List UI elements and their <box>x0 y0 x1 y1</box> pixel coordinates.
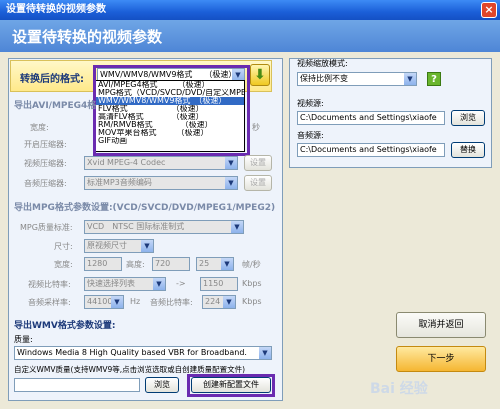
video-source-label: 视频源: <box>297 99 324 108</box>
chevron-down-icon[interactable]: ▼ <box>111 296 123 308</box>
wmv-quality-label: 质量: <box>14 335 33 344</box>
format-label: 转换后的格式: <box>20 74 84 85</box>
avi-fps-suffix: 秒 <box>252 123 260 132</box>
mpg-fps-unit: 帧/秒 <box>242 260 261 269</box>
audio-compressor-value: 标准MP3音频编码 <box>87 178 152 187</box>
chevron-down-icon[interactable]: ▼ <box>404 73 416 85</box>
mpg-size-select[interactable]: 原视频尺寸 ▼ <box>84 239 154 253</box>
banner-title: 设置待转换的视频参数 <box>12 28 163 46</box>
mpg-fps-value: 25 <box>199 259 210 268</box>
header-banner: 设置待转换的视频参数 <box>0 20 500 52</box>
wmv-quality-select[interactable]: Windows Media 8 High Quality based VBR f… <box>14 346 272 360</box>
mpg-audio-bitrate-unit: Kbps <box>242 297 262 306</box>
mpg-bitrate-unit: Kbps <box>242 279 262 288</box>
chevron-down-icon[interactable]: ▼ <box>153 278 165 290</box>
scale-mode-label: 视频缩放模式: <box>297 59 348 68</box>
wmv-section-title: 导出WMV格式参数设置: <box>14 321 116 331</box>
cancel-return-button[interactable]: 取消并返回 <box>396 312 486 338</box>
mpg-quality-select[interactable]: VCD NTSC 国际标准制式 ▼ <box>84 220 244 234</box>
video-compressor-value: Xvid MPEG-4 Codec <box>87 158 166 167</box>
audio-compressor-select[interactable]: 标准MP3音频编码 ▼ <box>84 176 238 190</box>
video-compressor-select[interactable]: Xvid MPEG-4 Codec ▼ <box>84 156 238 170</box>
wmv-browse-button[interactable]: 浏览 <box>145 377 179 393</box>
wmv-custom-path-input[interactable] <box>14 378 140 392</box>
mpg-width-input[interactable]: 1280 <box>84 257 122 271</box>
audio-source-input[interactable]: C:\Documents and Settings\xiaofe <box>297 143 445 157</box>
mpg-samplerate-label: 音频采样率: <box>28 298 71 307</box>
video-compressor-label: 视频压缩器: <box>24 159 67 168</box>
download-icon[interactable]: ⬇ <box>250 64 270 86</box>
mpg-bitrate-value: 快速选择列表 <box>87 279 135 288</box>
wmv-quality-value: Windows Media 8 High Quality based VBR f… <box>17 348 247 357</box>
mpg-height-label: 高度: <box>126 260 145 269</box>
avi-width-label: 宽度: <box>30 123 49 132</box>
highlight-create-config <box>187 374 275 397</box>
mpg-bitrate-arrow: -> <box>176 279 186 288</box>
chevron-down-icon[interactable]: ▼ <box>225 157 237 169</box>
mpg-size-value: 原视频尺寸 <box>87 241 127 250</box>
watermark-logo: Bai 经验 <box>370 381 428 397</box>
highlight-format-frame <box>93 65 250 156</box>
chevron-down-icon[interactable]: ▼ <box>141 240 153 252</box>
mpg-samplerate-value: 44100 <box>87 297 113 306</box>
mpg-height-input[interactable]: 720 <box>152 257 190 271</box>
chevron-down-icon[interactable]: ▼ <box>221 258 233 270</box>
window-title: 设置待转换的视频参数 <box>0 0 500 20</box>
chevron-down-icon[interactable]: ▼ <box>223 296 235 308</box>
mpg-samplerate-select[interactable]: 44100 ▼ <box>84 295 124 309</box>
video-compressor-settings-button[interactable]: 设置 <box>244 155 272 171</box>
mpg-quality-label: MPG质量标准: <box>20 223 73 232</box>
mpg-hz-unit: Hz <box>130 297 141 306</box>
mpg-bitrate-label: 视频比特率: <box>28 280 71 289</box>
video-source-browse-button[interactable]: 浏览 <box>451 110 485 126</box>
mpg-quality-value: VCD NTSC 国际标准制式 <box>87 222 185 231</box>
scale-mode-value: 保持比例不变 <box>300 74 348 83</box>
open-compressor-label: 开启压缩器: <box>24 140 67 149</box>
video-source-input[interactable]: C:\Documents and Settings\xiaofe <box>297 111 445 125</box>
close-button[interactable]: × <box>481 2 497 18</box>
help-icon[interactable]: ? <box>427 72 441 86</box>
mpg-bitrate-select[interactable]: 快速选择列表 ▼ <box>84 277 166 291</box>
chevron-down-icon[interactable]: ▼ <box>231 221 243 233</box>
mpg-audio-bitrate-value: 224 <box>205 297 221 306</box>
mpg-width-label: 宽度: <box>54 260 73 269</box>
chevron-down-icon[interactable]: ▼ <box>259 347 271 359</box>
next-step-button[interactable]: 下一步 <box>396 346 486 372</box>
avi-section-title: 导出AVI/MPEG4格 <box>14 101 97 111</box>
audio-source-label: 音频源: <box>297 131 324 140</box>
chevron-down-icon[interactable]: ▼ <box>225 177 237 189</box>
audio-compressor-label: 音频压缩器: <box>24 179 67 188</box>
mpg-audio-bitrate-label: 音频比特率: <box>150 298 193 307</box>
mpg-size-label: 尺寸: <box>54 242 73 251</box>
scale-mode-select[interactable]: 保持比例不变 ▼ <box>297 72 417 86</box>
audio-source-replace-button[interactable]: 替换 <box>451 142 485 158</box>
mpg-section-title: 导出MPG格式参数设置:(VCD/SVCD/DVD/MPEG1/MPEG2) <box>14 203 276 213</box>
audio-compressor-settings-button[interactable]: 设置 <box>244 175 272 191</box>
mpg-audio-bitrate-select[interactable]: 224 ▼ <box>202 295 236 309</box>
mpg-bitrate-input[interactable]: 1150 <box>200 277 238 291</box>
mpg-fps-select[interactable]: 25 ▼ <box>196 257 234 271</box>
